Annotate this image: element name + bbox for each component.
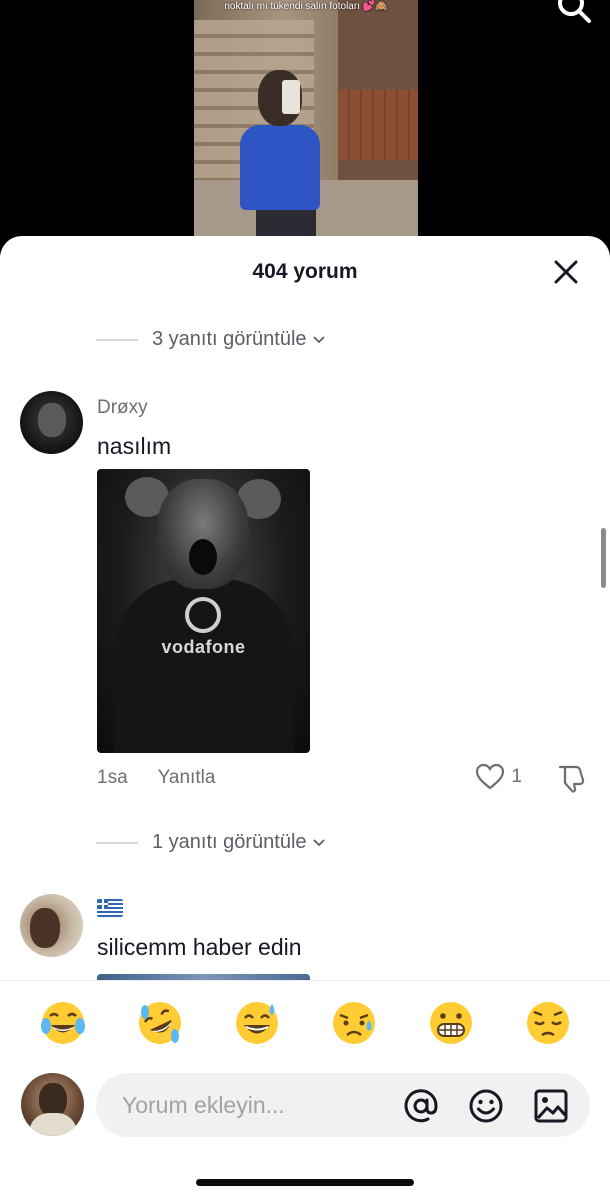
- image-brand-logo: [185, 597, 221, 633]
- comment-count-title: 404 yorum: [252, 260, 358, 283]
- video-wall-tiles: [338, 90, 418, 160]
- comments-sheet: 404 yorum 3 yanıtı görüntüle Drøxy nasıl…: [0, 236, 610, 1200]
- emoji-quick-row: [0, 981, 610, 1067]
- comment-text: nasılım: [97, 433, 172, 459]
- avatar-figure: [29, 1113, 77, 1136]
- sheet-header: 404 yorum: [0, 236, 610, 308]
- home-indicator[interactable]: [196, 1179, 414, 1186]
- emoji-picker-icon[interactable]: [467, 1087, 505, 1125]
- reply-button[interactable]: Yanıtla: [158, 767, 216, 789]
- comment-text: silicemm haber edin: [97, 934, 302, 960]
- emoji-rofl-button[interactable]: [134, 998, 186, 1050]
- replies-divider: [96, 841, 138, 844]
- avatar-figure: [39, 1083, 67, 1117]
- comment-input-box: [96, 1073, 590, 1137]
- emoji-grin-sweat-button[interactable]: [231, 998, 283, 1050]
- avatar-figure: [30, 908, 60, 948]
- comment-item: silicemm haber edin: [20, 894, 600, 994]
- tears-of-joy-emoji-icon: [40, 1002, 85, 1044]
- sad-relieved-emoji-icon: [332, 1002, 375, 1044]
- avatar[interactable]: [20, 894, 83, 957]
- comment-input[interactable]: [122, 1073, 392, 1137]
- comment-item: Drøxy nasılım vodafone 1sa Yanıtla 1: [20, 391, 600, 811]
- search-icon[interactable]: [556, 0, 592, 24]
- emoji-grimacing-button[interactable]: [425, 998, 477, 1050]
- view-replies-button[interactable]: 3 yanıtı görüntüle: [96, 328, 327, 351]
- like-button[interactable]: 1: [475, 763, 522, 791]
- comment-time: 1sa: [97, 767, 128, 788]
- comment-username[interactable]: Drøxy: [97, 397, 148, 419]
- video-person-phone: [282, 80, 300, 114]
- like-count: 1: [511, 766, 522, 787]
- dislike-icon[interactable]: [556, 763, 588, 793]
- grimacing-emoji-icon: [429, 1002, 472, 1044]
- replies-divider: [96, 338, 138, 341]
- my-avatar[interactable]: [21, 1073, 84, 1136]
- comment-meta: 1sa Yanıtla 1: [97, 763, 600, 793]
- image-brand-text: vodafone: [161, 637, 246, 657]
- comment-image[interactable]: vodafone: [97, 469, 310, 753]
- chevron-down-icon: [312, 335, 325, 343]
- video-caption: noktalı mı tükendi salın fotoları 💕🙈: [224, 1, 388, 12]
- video-frame[interactable]: noktalı mı tükendi salın fotoları 💕🙈: [194, 0, 418, 250]
- greece-flag-icon: [97, 899, 123, 917]
- close-icon[interactable]: [552, 258, 580, 286]
- view-replies-label: 1 yanıtı görüntüle: [152, 831, 307, 853]
- image-upload-icon[interactable]: [532, 1087, 570, 1125]
- rofl-emoji-icon: [138, 1002, 181, 1044]
- emoji-sad-relieved-button[interactable]: [328, 998, 380, 1050]
- mention-icon[interactable]: [402, 1087, 440, 1125]
- chevron-down-icon: [312, 838, 325, 846]
- heart-icon: [476, 763, 505, 790]
- scrollbar[interactable]: [601, 528, 606, 588]
- video-person-torso: [240, 125, 320, 210]
- emoji-pensive-button[interactable]: [522, 998, 574, 1050]
- view-replies-button[interactable]: 1 yanıtı görüntüle: [96, 831, 327, 854]
- avatar-figure: [38, 403, 66, 437]
- comment-composer: [0, 980, 610, 1200]
- emoji-tears-of-joy-button[interactable]: [37, 998, 89, 1050]
- video-background[interactable]: noktalı mı tükendi salın fotoları 💕🙈: [0, 0, 610, 250]
- view-replies-label: 3 yanıtı görüntüle: [152, 328, 307, 350]
- avatar[interactable]: [20, 391, 83, 454]
- pensive-emoji-icon: [526, 1002, 569, 1044]
- image-figure-mouth: [189, 539, 217, 575]
- grin-sweat-emoji-icon: [235, 1002, 278, 1044]
